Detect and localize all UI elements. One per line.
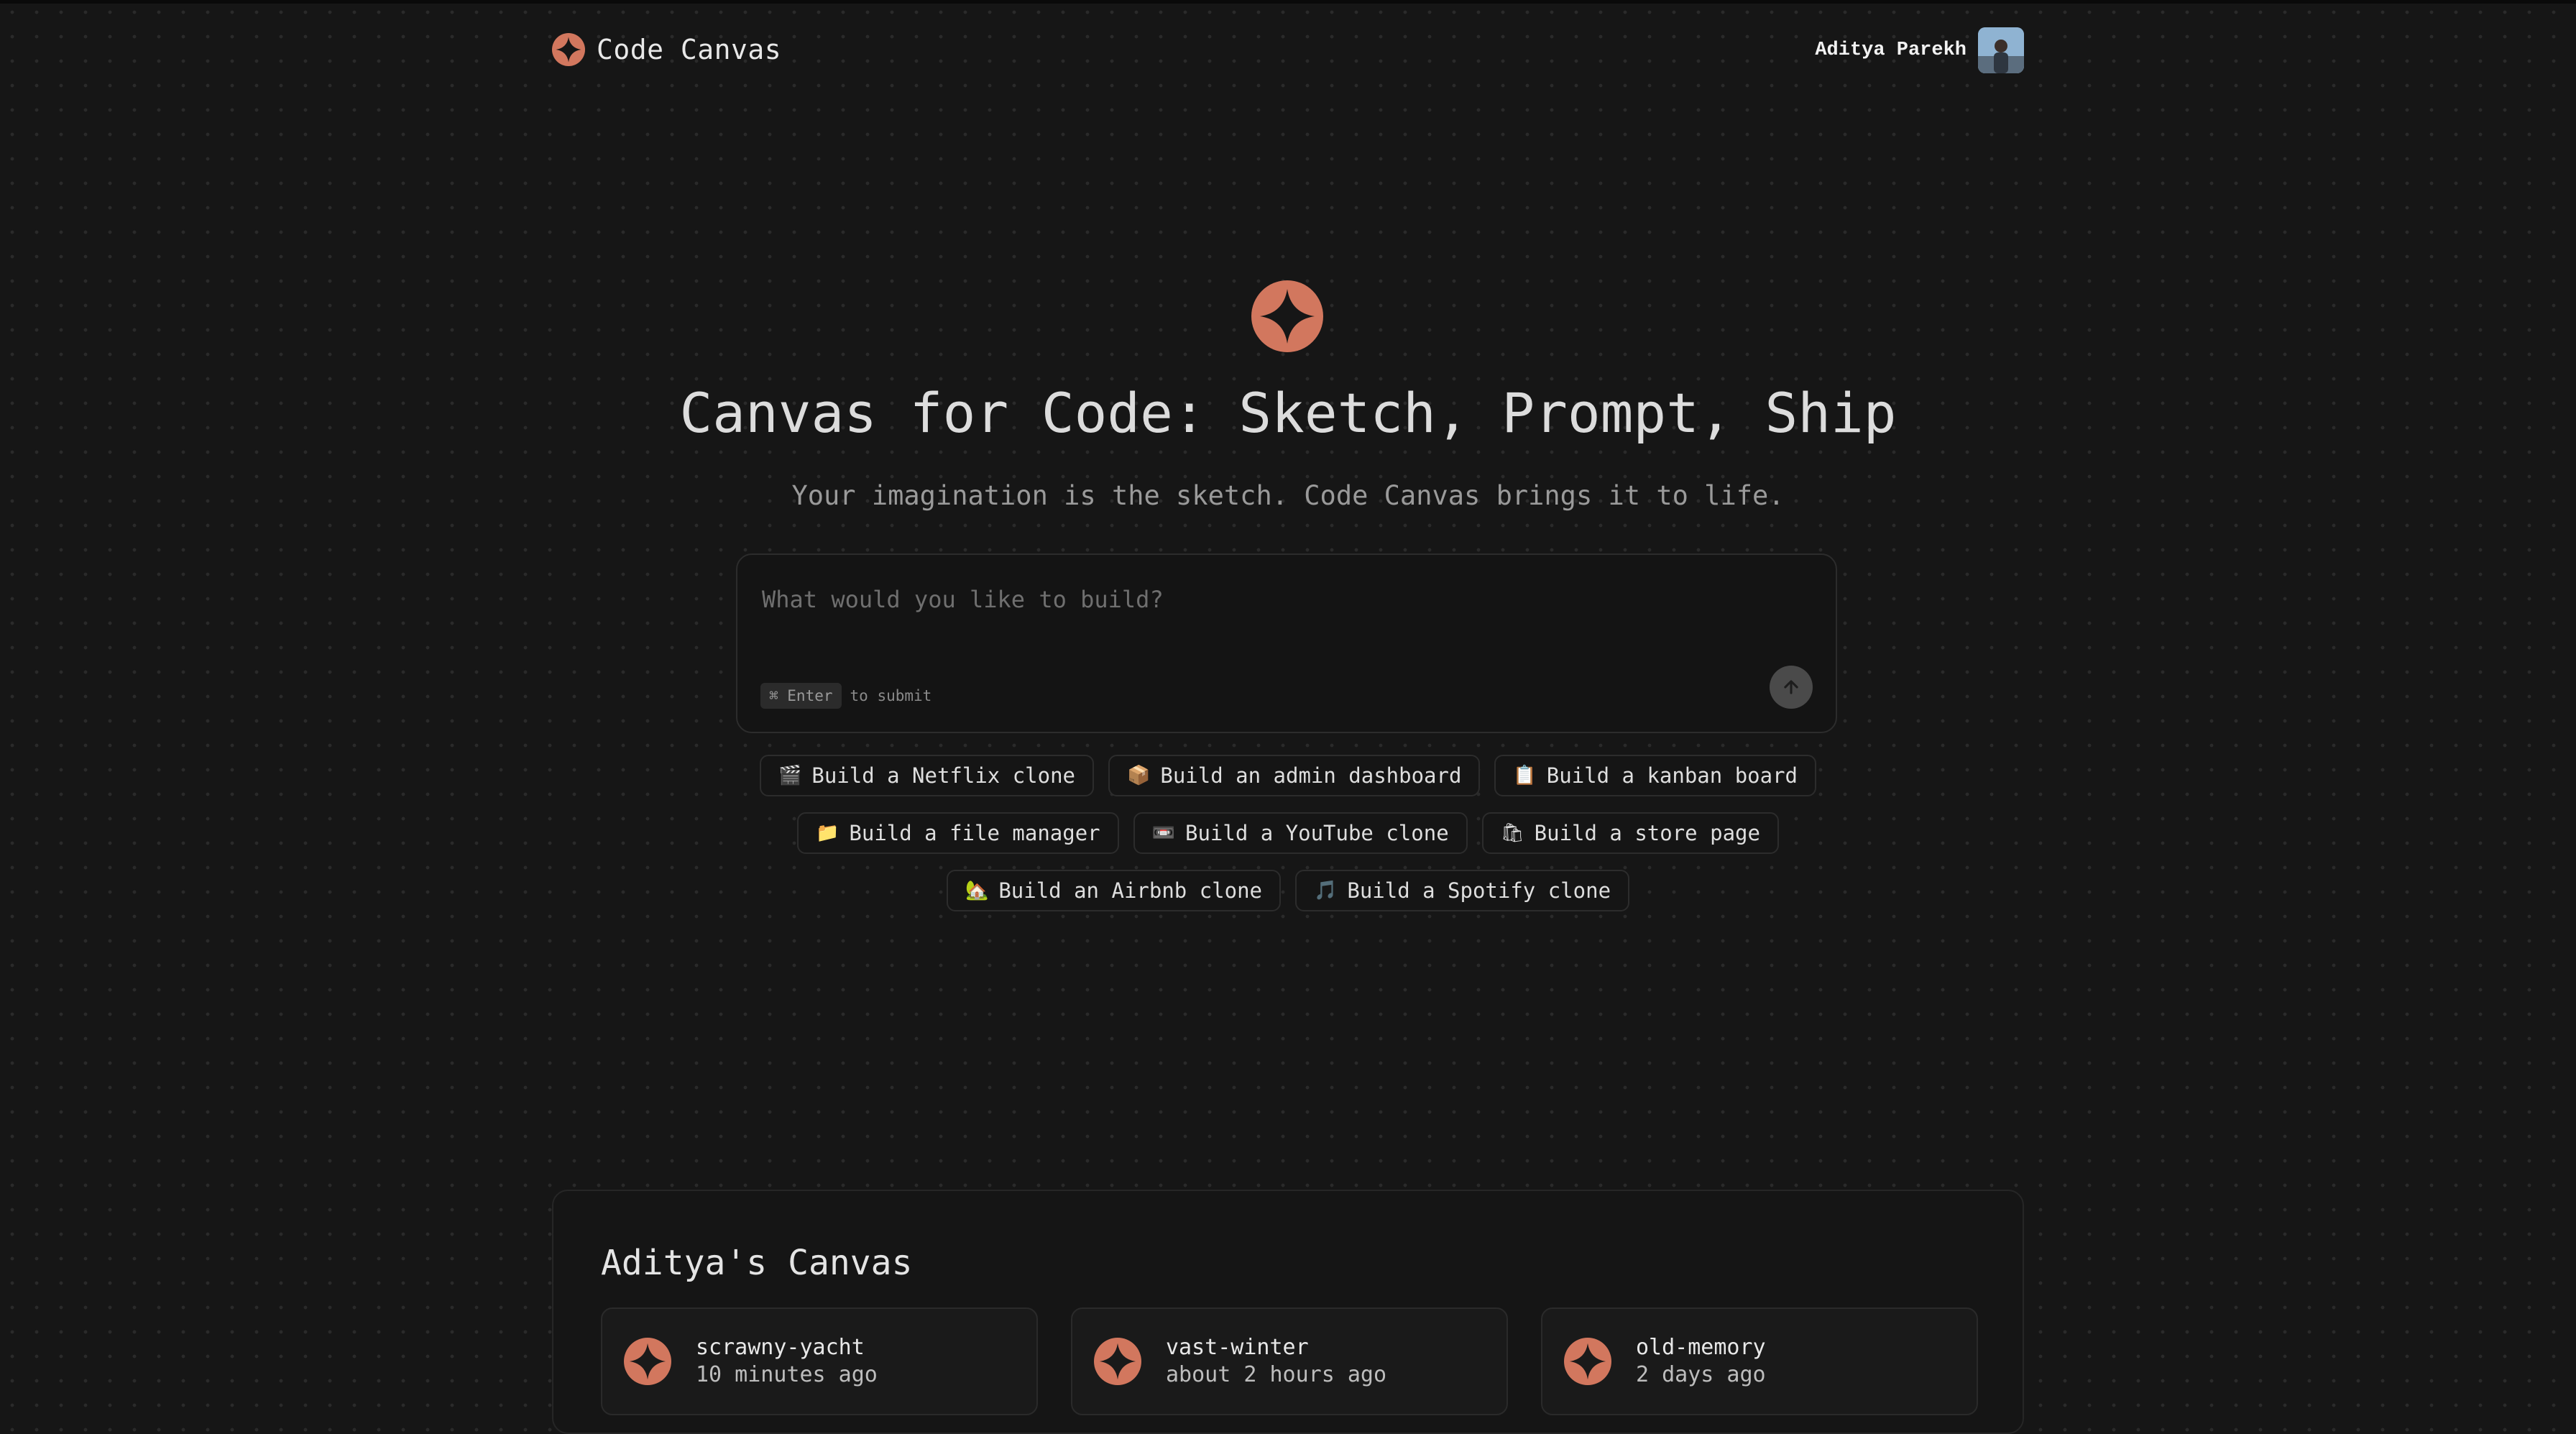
app-name: Code Canvas <box>597 34 782 65</box>
suggestion-label: Build an Airbnb clone <box>998 878 1262 903</box>
hero-logo-icon <box>1251 280 1323 352</box>
shopping-bags-icon: 🛍 <box>1500 822 1524 844</box>
project-time: 10 minutes ago <box>696 1362 878 1387</box>
house-icon: 🏡 <box>965 880 989 901</box>
suggestion-row: 📁 Build a file manager 📼 Build a YouTube… <box>0 812 2576 854</box>
hero-subtitle: Your imagination is the sketch. Code Can… <box>791 480 1785 511</box>
suggestion-label: Build a Netflix clone <box>811 763 1076 788</box>
suggestion-label: Build a store page <box>1534 821 1760 845</box>
brand[interactable]: Code Canvas <box>552 33 781 66</box>
clipboard-icon: 📋 <box>1513 765 1537 786</box>
submit-button[interactable] <box>1770 666 1813 709</box>
submit-hint: ⌘ Enter to submit <box>760 683 932 709</box>
project-time: 2 days ago <box>1636 1362 1766 1387</box>
logo-icon <box>552 33 585 66</box>
suggestion-label: Build a YouTube clone <box>1185 821 1449 845</box>
suggestion-row: 🏡 Build an Airbnb clone 🎵 Build a Spotif… <box>0 870 2576 911</box>
prompt-box: ⌘ Enter to submit <box>736 553 1837 733</box>
project-name: old-memory <box>1636 1335 1766 1360</box>
suggestion-chip-store-page[interactable]: 🛍 Build a store page <box>1481 812 1779 854</box>
package-icon: 📦 <box>1127 765 1151 786</box>
suggestion-chip-youtube[interactable]: 📼 Build a YouTube clone <box>1133 812 1468 854</box>
window-top-bar <box>0 0 2576 4</box>
arrow-up-icon <box>1784 680 1798 694</box>
suggestion-label: Build a Spotify clone <box>1347 878 1611 903</box>
shortcut-key: ⌘ Enter <box>760 683 842 709</box>
project-time: about 2 hours ago <box>1166 1362 1387 1387</box>
suggestion-label: Build an admin dashboard <box>1160 763 1462 788</box>
suggestion-label: Build a file manager <box>849 821 1100 845</box>
clapper-icon: 🎬 <box>778 765 802 786</box>
suggestion-row: 🎬 Build a Netflix clone 📦 Build an admin… <box>0 755 2576 796</box>
user-menu[interactable]: Aditya Parekh <box>1815 27 2024 73</box>
suggestion-chip-admin-dashboard[interactable]: 📦 Build an admin dashboard <box>1108 755 1481 796</box>
videocassette-icon: 📼 <box>1151 822 1175 844</box>
project-card[interactable]: scrawny-yacht 10 minutes ago <box>601 1307 1038 1415</box>
suggestion-chip-airbnb[interactable]: 🏡 Build an Airbnb clone <box>946 870 1281 911</box>
hero-title: Canvas for Code: Sketch, Prompt, Ship <box>679 381 1897 445</box>
canvas-panel: Aditya's Canvas scrawny-yacht 10 minutes… <box>552 1190 2024 1434</box>
canvas-title: Aditya's Canvas <box>601 1243 913 1283</box>
project-logo-icon <box>1094 1338 1141 1385</box>
avatar[interactable] <box>1978 27 2024 73</box>
prompt-input[interactable] <box>760 585 1755 614</box>
suggestion-chip-kanban-board[interactable]: 📋 Build a kanban board <box>1494 755 1816 796</box>
project-logo-icon <box>624 1338 671 1385</box>
suggestion-chip-file-manager[interactable]: 📁 Build a file manager <box>797 812 1119 854</box>
shortcut-hint: to submit <box>850 687 932 704</box>
suggestion-chip-spotify[interactable]: 🎵 Build a Spotify clone <box>1295 870 1630 911</box>
project-card[interactable]: vast-winter about 2 hours ago <box>1071 1307 1508 1415</box>
project-logo-icon <box>1564 1338 1611 1385</box>
music-note-icon: 🎵 <box>1314 880 1338 901</box>
suggestion-label: Build a kanban board <box>1546 763 1798 788</box>
suggestion-chip-netflix[interactable]: 🎬 Build a Netflix clone <box>759 755 1095 796</box>
user-name: Aditya Parekh <box>1815 40 1966 61</box>
folder-icon: 📁 <box>816 822 840 844</box>
project-card[interactable]: old-memory 2 days ago <box>1541 1307 1978 1415</box>
project-name: vast-winter <box>1166 1335 1309 1360</box>
project-name: scrawny-yacht <box>696 1335 865 1360</box>
